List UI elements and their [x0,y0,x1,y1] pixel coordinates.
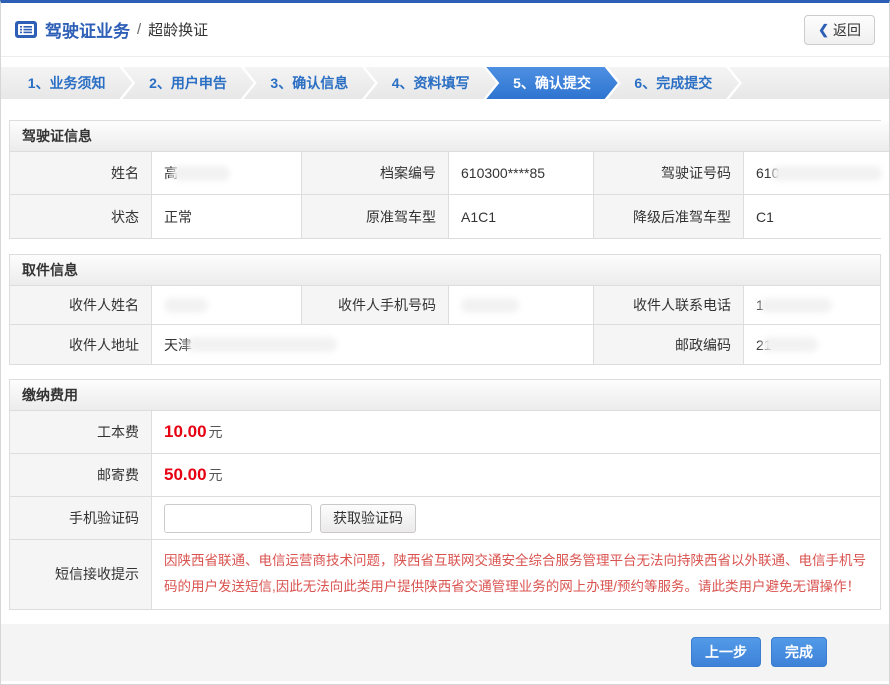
redaction-blur [772,166,882,181]
sms-notice-text: 因陕西省联通、电信运营商技术问题，陕西省互联网交通安全综合服务管理平台无法向持陕… [164,540,868,609]
redaction-blur [164,298,208,313]
breadcrumb-current: 超龄换证 [148,19,208,40]
file-no-label: 档案编号 [302,152,449,195]
section-license-info: 驾驶证信息 姓名 高 档案编号 610300****85 驾驶证号码 610 状… [9,120,881,239]
recipient-phone-value: 1 [744,286,880,325]
postage-fee-amount: 50.00 [164,465,207,485]
recipient-phone-label: 收件人联系电话 [594,286,744,325]
redaction-blur [762,337,818,352]
step-wizard: 1、业务须知 2、用户申告 3、确认信息 4、资料填写 5、确认提交 6、完成提… [1,67,889,99]
section-fees: 缴纳费用 工本费 10.00 元 邮寄费 50.00 元 手机验证码 获取验证码… [9,379,881,610]
footer-action-bar: 上一步 完成 [1,624,889,681]
back-button-label: 返回 [833,20,861,40]
recipient-name-value [152,286,302,325]
previous-step-button[interactable]: 上一步 [691,637,761,667]
sms-code-row: 获取验证码 [152,497,880,540]
license-no-label: 驾驶证号码 [594,152,744,195]
chevron-left-icon: ❮ [818,22,829,38]
redaction-blur [760,298,832,313]
recipient-address-label: 收件人地址 [10,325,152,364]
production-fee-amount: 10.00 [164,422,207,442]
recipient-address-value: 天津 [152,325,594,364]
license-no-value: 610 [744,152,890,195]
page-title: 驾驶证业务 [45,17,130,42]
production-fee-value: 10.00 元 [152,411,880,454]
downgrade-class-value: C1 [744,195,890,238]
fee-unit: 元 [209,465,223,485]
section-title: 缴纳费用 [10,380,880,411]
redaction-blur [187,337,337,352]
downgrade-class-label: 降级后准驾车型 [594,195,744,238]
finish-button[interactable]: 完成 [771,637,827,667]
sms-notice-label: 短信接收提示 [10,540,152,609]
back-button[interactable]: ❮ 返回 [804,15,875,45]
page-panel: 驾驶证业务 / 超龄换证 ❮ 返回 1、业务须知 2、用户申告 3、确认信息 4… [0,0,890,685]
redaction-blur [172,166,230,181]
step-1-notice[interactable]: 1、业务须知 [1,67,132,99]
postal-code-value: 21 [744,325,880,364]
production-fee-label: 工本费 [10,411,152,454]
section-title: 驾驶证信息 [10,121,890,152]
orig-class-label: 原准驾车型 [302,195,449,238]
page-header: 驾驶证业务 / 超龄换证 ❮ 返回 [1,3,889,57]
recipient-name-label: 收件人姓名 [10,286,152,325]
step-5-confirm-submit[interactable]: 5、确认提交 [486,67,617,99]
orig-class-value: A1C1 [449,195,594,238]
section-title: 取件信息 [10,255,880,286]
file-no-value: 610300****85 [449,152,594,195]
get-sms-code-button[interactable]: 获取验证码 [320,504,416,533]
status-label: 状态 [10,195,152,238]
sms-code-input[interactable] [164,504,312,533]
redaction-blur [461,298,519,313]
section-pickup-info: 取件信息 收件人姓名 收件人手机号码 收件人联系电话 1 收件人地址 天津 邮政… [9,254,881,365]
sms-notice-cell: 因陕西省联通、电信运营商技术问题，陕西省互联网交通安全综合服务管理平台无法向持陕… [152,540,880,609]
step-6-complete[interactable]: 6、完成提交 [608,67,739,99]
license-menu-icon [15,21,37,38]
postal-code-label: 邮政编码 [594,325,744,364]
sms-code-label: 手机验证码 [10,497,152,540]
recipient-mobile-label: 收件人手机号码 [302,286,449,325]
step-wizard-tail [729,67,889,99]
status-value: 正常 [152,195,302,238]
postage-fee-value: 50.00 元 [152,454,880,497]
fee-unit: 元 [209,422,223,442]
step-4-fill-data[interactable]: 4、资料填写 [365,67,496,99]
name-label: 姓名 [10,152,152,195]
name-value: 高 [152,152,302,195]
postage-fee-label: 邮寄费 [10,454,152,497]
recipient-mobile-value [449,286,594,325]
step-2-declaration[interactable]: 2、用户申告 [122,67,253,99]
step-3-confirm-info[interactable]: 3、确认信息 [244,67,375,99]
breadcrumb-separator: / [137,21,141,38]
